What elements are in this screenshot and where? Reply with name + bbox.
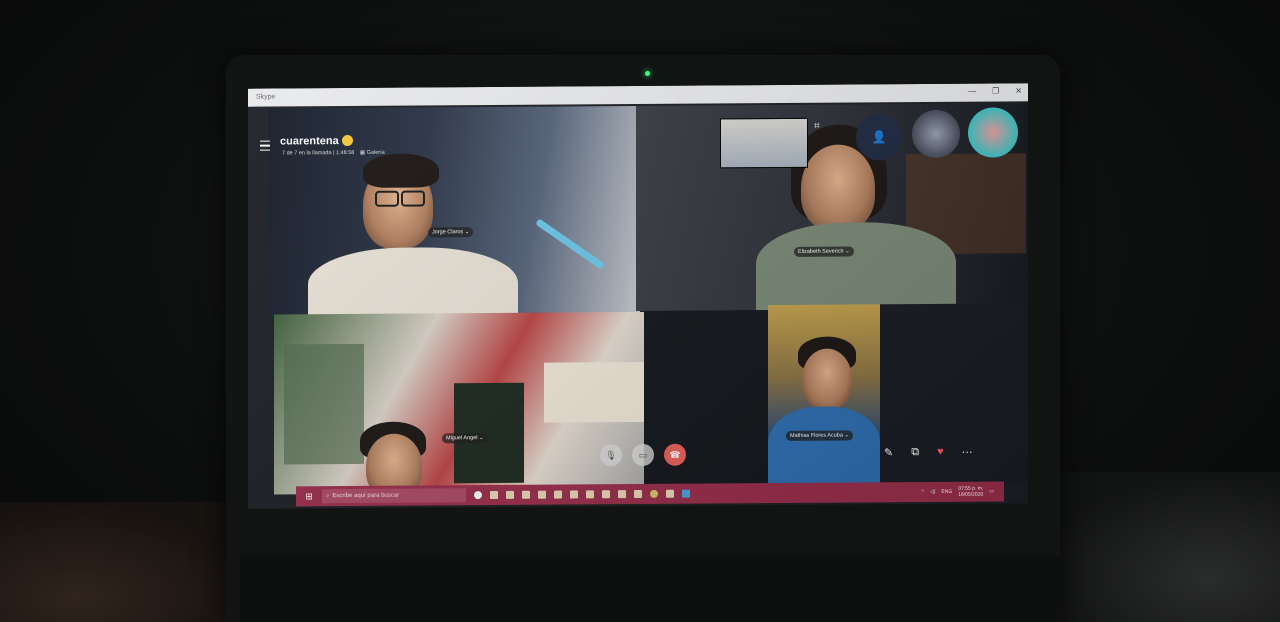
participant-name: Elizabeth Severich xyxy=(798,248,844,255)
maximize-button[interactable]: ❐ xyxy=(992,86,999,95)
participant-label[interactable]: Jorge Claros ⌄ xyxy=(428,227,474,238)
conversation-title-text: cuarentena xyxy=(280,135,339,148)
taskbar-clock[interactable]: 07:55 p. m. 18/05/2020 xyxy=(958,486,983,498)
participant-label[interactable]: Mathias Flores Acuba ⌄ xyxy=(786,430,854,441)
participant-name: Mathias Flores Acuba xyxy=(790,432,843,439)
file-icon[interactable] xyxy=(586,490,594,499)
cortana-icon[interactable] xyxy=(474,491,482,500)
laptop-screen: Skype — ❐ ✕ Jorge Claros ⌄ Elizabeth Sev… xyxy=(248,83,1028,509)
language-indicator[interactable]: ENG xyxy=(941,489,952,495)
minimize-button[interactable]: — xyxy=(968,87,976,96)
reaction-heart-icon[interactable]: ♥ xyxy=(937,446,944,459)
chevron-up-icon[interactable]: ^ xyxy=(922,489,924,495)
participant-face xyxy=(802,348,852,409)
clock-date: 18/05/2020 xyxy=(958,491,984,498)
bedding-right xyxy=(1040,472,1280,622)
conversation-title: cuarentena xyxy=(280,134,353,148)
file-icon[interactable] xyxy=(538,490,546,499)
mute-button[interactable]: 🎙 xyxy=(600,444,622,467)
notifications-icon[interactable]: ▭ xyxy=(989,489,994,495)
participant-label[interactable]: Elizabeth Severich ⌄ xyxy=(794,246,854,257)
chrome-icon[interactable] xyxy=(650,489,658,498)
windows-taskbar: ⊞ ⌕ Escribe aquí para buscar ^ ◁) ENG 07… xyxy=(296,481,1004,507)
add-participant-button[interactable]: 👤 xyxy=(856,114,902,161)
task-view-icon[interactable] xyxy=(490,490,498,500)
mail-icon[interactable] xyxy=(506,490,514,499)
close-button[interactable]: ✕ xyxy=(1015,86,1022,95)
hang-up-button[interactable]: ☎ xyxy=(664,443,686,466)
participant-torso xyxy=(756,221,956,312)
participant-torso xyxy=(768,406,880,486)
microphone-icon: 🎙 xyxy=(605,449,617,460)
system-tray: ^ ◁) ENG 07:55 p. m. 18/05/2020 ▭ xyxy=(922,486,994,499)
participant-face xyxy=(801,144,875,231)
video-camera-icon: ▭ xyxy=(638,449,648,460)
gallery-view-toggle[interactable]: ▦ Galería xyxy=(360,150,385,156)
participant-label[interactable]: Miguel Angel ⌄ xyxy=(442,433,488,444)
figures-shelf xyxy=(284,343,364,465)
gallery-view-label: Galería xyxy=(366,149,385,156)
folder-icon[interactable] xyxy=(522,490,530,499)
call-status-text: 7 de 7 en la llamada | 1:48:58 xyxy=(282,149,355,157)
file-icon[interactable] xyxy=(602,490,610,499)
video-tile-mathias[interactable]: Mathias Flores Acuba ⌄ xyxy=(768,304,880,486)
participant-avatar[interactable] xyxy=(968,107,1018,158)
windows-start-icon[interactable]: ⊞ xyxy=(302,489,316,503)
file-icon[interactable] xyxy=(634,489,642,499)
laptop-keyboard xyxy=(240,555,1060,622)
file-icon[interactable] xyxy=(554,490,562,499)
search-placeholder: Escribe aquí para buscar xyxy=(332,492,400,500)
chat-icon[interactable]: ✎ xyxy=(884,446,893,459)
volume-icon[interactable]: ◁) xyxy=(930,489,936,495)
more-options-icon[interactable]: ⋯ xyxy=(962,446,973,459)
bedding-left xyxy=(0,502,260,622)
file-icon[interactable] xyxy=(666,489,674,498)
empty-tile-area xyxy=(644,310,768,486)
webcam-light xyxy=(645,71,650,76)
taskbar-search-box[interactable]: ⌕ Escribe aquí para buscar xyxy=(322,488,466,504)
emoji-icon xyxy=(341,134,353,147)
crop-icon[interactable]: ⌗ xyxy=(814,121,828,135)
participant-name: Jorge Claros xyxy=(432,229,464,236)
participant-hair xyxy=(363,153,439,188)
store-icon[interactable] xyxy=(570,490,578,499)
skype-icon[interactable] xyxy=(682,489,690,498)
self-view-preview[interactable] xyxy=(720,117,808,169)
glasses-icon xyxy=(401,190,425,207)
pen-icon xyxy=(535,218,605,270)
video-tile-miguel[interactable]: Miguel Angel ⌄ xyxy=(274,311,644,495)
glasses-icon xyxy=(375,190,399,207)
poster xyxy=(544,361,644,423)
call-status: 7 de 7 en la llamada | 1:48:58 ▦ Galería xyxy=(282,150,385,157)
participant-torso xyxy=(308,246,518,317)
video-toggle-button[interactable]: ▭ xyxy=(632,443,654,467)
file-icon[interactable] xyxy=(618,490,626,499)
phone-icon: ☎ xyxy=(669,449,681,460)
window-app-name: Skype xyxy=(256,93,276,101)
search-icon: ⌕ xyxy=(326,492,330,499)
hamburger-menu-icon[interactable] xyxy=(260,140,270,151)
call-side-controls: ✎ ⧉ ♥ ⋯ xyxy=(884,446,973,459)
participant-avatar[interactable] xyxy=(912,109,960,159)
participant-name: Miguel Angel xyxy=(446,435,478,442)
share-screen-icon[interactable]: ⧉ xyxy=(911,446,919,459)
